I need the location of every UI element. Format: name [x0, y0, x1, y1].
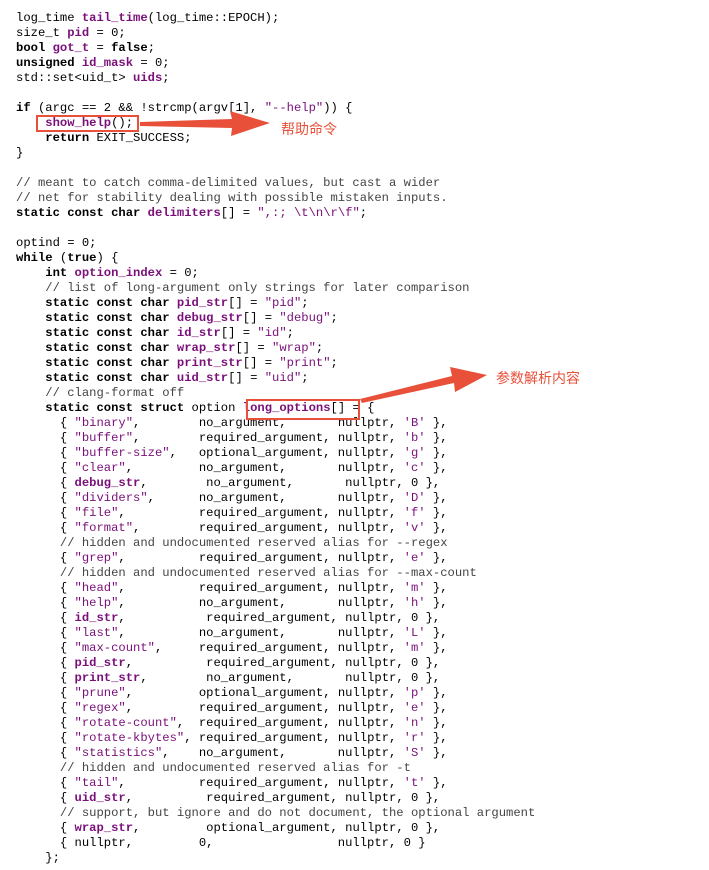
- arrow-parse: [360, 367, 487, 403]
- arrow-help: [140, 111, 270, 136]
- annotation-arrows: [140, 111, 487, 403]
- parse-content-annotation: 参数解析内容: [496, 371, 580, 387]
- help-command-annotation: 帮助命令: [281, 122, 337, 138]
